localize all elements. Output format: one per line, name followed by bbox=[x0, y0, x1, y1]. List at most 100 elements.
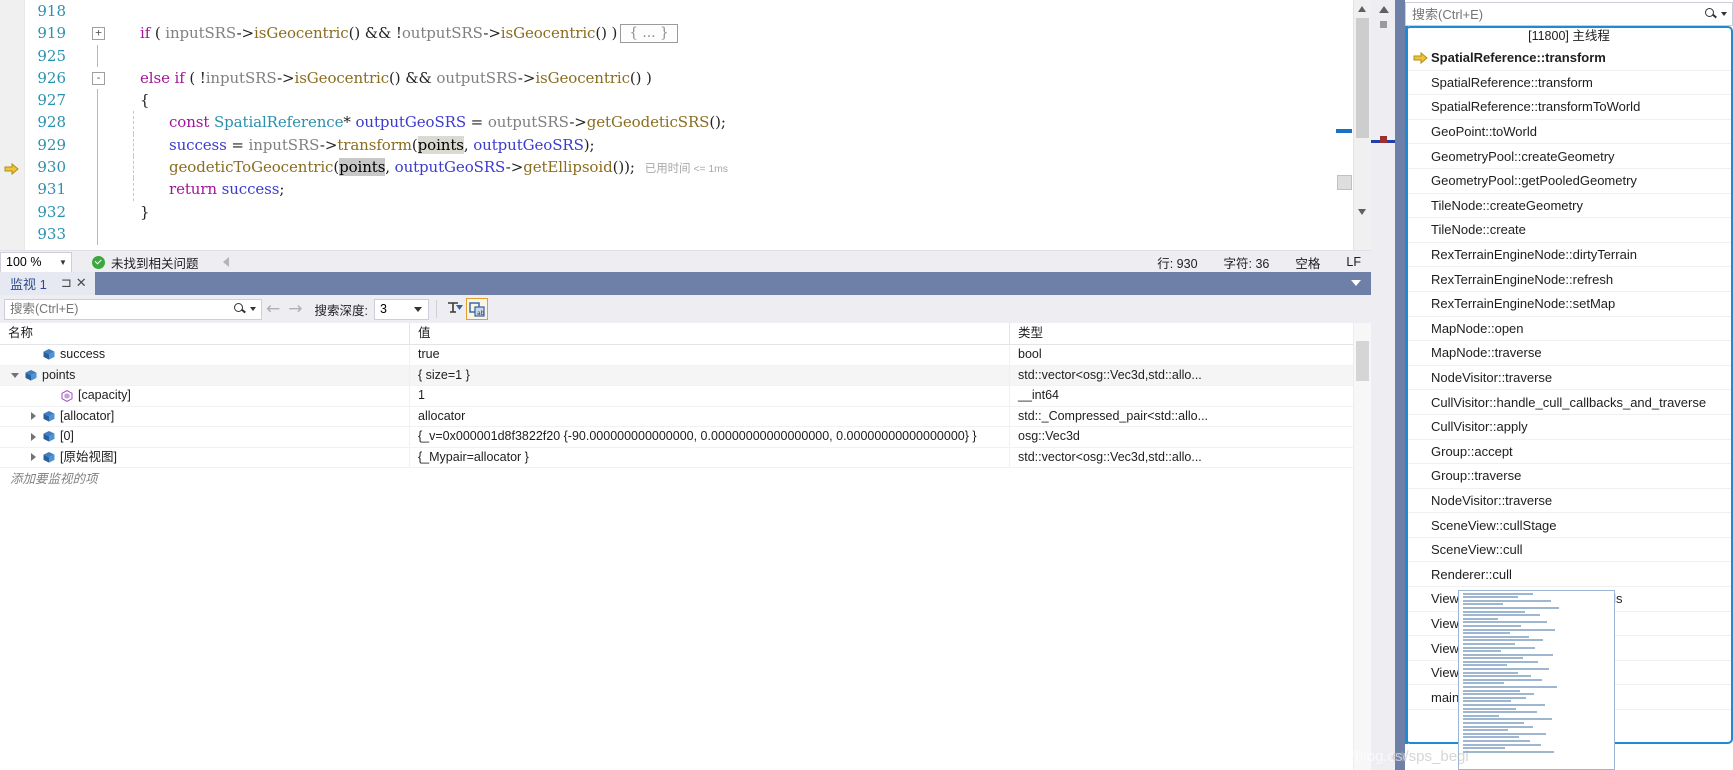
call-stack-frame[interactable]: TileNode::createGeometry bbox=[1405, 194, 1733, 219]
code-line[interactable]: 933 bbox=[0, 222, 1371, 246]
call-stack-frame[interactable]: MapNode::open bbox=[1405, 317, 1733, 342]
tab-watch-1[interactable]: 监视 1 ⊐ ✕ bbox=[0, 272, 95, 295]
hex-display-icon[interactable]: ab bbox=[465, 298, 488, 320]
call-stack-search-box[interactable] bbox=[1405, 2, 1733, 26]
call-stack-frame[interactable]: SpatialReference::transformToWorld bbox=[1405, 95, 1733, 120]
pane-divider[interactable] bbox=[1395, 0, 1405, 770]
line-ending-indicator[interactable]: LF bbox=[1346, 255, 1361, 269]
watch-grid-scrollbar[interactable] bbox=[1353, 323, 1371, 770]
watch-row[interactable]: success true bool bbox=[0, 345, 1371, 366]
call-stack-frame[interactable]: RexTerrainEngineNode::refresh bbox=[1405, 267, 1733, 292]
code-line[interactable]: 925 bbox=[0, 44, 1371, 67]
watch-row-value-cell[interactable]: { size=1 } bbox=[410, 365, 1010, 385]
call-stack-frame[interactable]: MapNode::traverse bbox=[1405, 341, 1733, 366]
arrow-right-icon[interactable]: → bbox=[288, 300, 302, 318]
pin-icon[interactable]: ⊐ bbox=[61, 276, 72, 291]
fold-guide-line bbox=[97, 178, 98, 201]
watch-row-value-cell[interactable]: allocator bbox=[410, 406, 1010, 426]
collapsed-block-indicator[interactable]: { ... } bbox=[620, 24, 678, 44]
close-icon[interactable]: ✕ bbox=[76, 276, 87, 291]
column-header-type[interactable]: 类型 bbox=[1010, 323, 1355, 344]
collapsed-chevron-icon[interactable] bbox=[26, 412, 40, 421]
collapsed-chevron-icon[interactable] bbox=[26, 453, 40, 462]
watch-row-value-cell[interactable]: 1 bbox=[410, 386, 1010, 406]
editor-overview-margin[interactable] bbox=[1371, 0, 1395, 770]
watch-row-name-cell[interactable]: [capacity] bbox=[0, 386, 410, 406]
search-icon[interactable] bbox=[232, 302, 248, 316]
chevron-down-icon[interactable]: ▼ bbox=[55, 258, 71, 267]
watch-search-box[interactable] bbox=[4, 298, 262, 320]
watch-search-input[interactable] bbox=[5, 301, 232, 317]
call-stack-frame[interactable]: GeometryPool::getPooledGeometry bbox=[1405, 169, 1733, 194]
watch-row-name-cell[interactable]: [原始视图] bbox=[0, 447, 410, 467]
code-line[interactable]: 927 { bbox=[0, 89, 1371, 112]
zoom-level-combo[interactable]: 100 % ▼ bbox=[0, 251, 72, 273]
expanded-chevron-icon[interactable] bbox=[8, 372, 22, 378]
call-stack-frame[interactable]: Group::traverse bbox=[1405, 464, 1733, 489]
watch-row[interactable]: points { size=1 } std::vector<osg::Vec3d,s… bbox=[0, 365, 1371, 386]
call-stack-frame[interactable]: NodeVisitor::traverse bbox=[1405, 366, 1733, 391]
search-icon[interactable] bbox=[1703, 7, 1719, 21]
watch-row-value-cell[interactable]: true bbox=[410, 345, 1010, 365]
call-stack-frame[interactable]: SceneView::cull bbox=[1405, 538, 1733, 563]
collapsed-chevron-icon[interactable] bbox=[26, 432, 40, 441]
call-stack-frame[interactable]: SpatialReference::transform bbox=[1405, 71, 1733, 96]
code-line[interactable]: 929 success = inputSRS->transform(points,… bbox=[0, 133, 1371, 157]
call-stack-search-input[interactable] bbox=[1406, 5, 1703, 23]
watch-row-name-cell[interactable]: points bbox=[0, 365, 410, 385]
code-editor[interactable]: 918 919 + if ( inputSRS->isGeocentric() && … bbox=[0, 0, 1371, 250]
call-stack-frame[interactable]: Renderer::cull bbox=[1405, 562, 1733, 588]
code-line[interactable]: 932} bbox=[0, 200, 1371, 223]
call-stack-frame[interactable]: CullVisitor::handle_cull_callbacks_and_t… bbox=[1405, 390, 1733, 415]
watch-variables-grid[interactable]: 名称 值 类型 success true bool points{ size=1 } s… bbox=[0, 323, 1371, 770]
minimap-line bbox=[1463, 718, 1552, 721]
column-header-value[interactable]: 值 bbox=[410, 323, 1010, 344]
call-stack-frame-label: SpatialReference::transform bbox=[1431, 50, 1606, 66]
watch-row-value-cell[interactable]: {_Mypair=allocator } bbox=[410, 447, 1010, 467]
scroll-thumb[interactable] bbox=[1356, 18, 1369, 138]
code-line[interactable]: 928 const SpatialReference* outputGeoSRS … bbox=[0, 111, 1371, 134]
watch-row[interactable]: [原始视图] {_Mypair=allocator } std::vector<os… bbox=[0, 447, 1371, 468]
code-minimap-thumbnail[interactable] bbox=[1458, 590, 1615, 770]
watch-row[interactable]: [allocator] allocator std::_Compressed_pai… bbox=[0, 406, 1371, 427]
scroll-thumb[interactable] bbox=[1356, 341, 1369, 381]
code-line[interactable]: 919 + if ( inputSRS->isGeocentric() && !ou… bbox=[0, 22, 1371, 44]
call-stack-frame[interactable]: Group::accept bbox=[1405, 440, 1733, 465]
chevron-down-icon[interactable] bbox=[1721, 12, 1727, 16]
indentation-indicator[interactable]: 空格 bbox=[1295, 253, 1320, 272]
watch-row-name-cell[interactable]: [0] bbox=[0, 427, 410, 447]
call-stack-frame[interactable]: RexTerrainEngineNode::dirtyTerrain bbox=[1405, 243, 1733, 268]
chevron-down-icon[interactable] bbox=[413, 306, 422, 312]
code-line[interactable]: 918 bbox=[0, 0, 1371, 22]
editor-vertical-scrollbar[interactable] bbox=[1353, 0, 1371, 250]
call-stack-frame[interactable]: NodeVisitor::traverse bbox=[1405, 489, 1733, 514]
scroll-down-button[interactable] bbox=[1354, 203, 1371, 220]
column-header-name[interactable]: 名称 bbox=[0, 323, 410, 344]
code-line[interactable]: 931 return success; bbox=[0, 178, 1371, 201]
expand-region-icon[interactable]: + bbox=[92, 27, 105, 41]
search-depth-combo[interactable]: 3 bbox=[373, 298, 429, 320]
call-stack-frame[interactable]: SceneView::cullStage bbox=[1405, 513, 1733, 538]
watch-row-value-cell[interactable]: {_v=0x000001d8f3822f20 {-90.000000000000… bbox=[410, 427, 1010, 447]
watch-row-name-cell[interactable]: success bbox=[0, 345, 410, 365]
call-stack-frame[interactable]: CullVisitor::apply bbox=[1405, 415, 1733, 440]
call-stack-frame[interactable]: SpatialReference::transform bbox=[1405, 46, 1733, 71]
arrow-left-icon[interactable]: ← bbox=[266, 300, 280, 318]
code-line[interactable]: 930 geodeticToGeocentric(points, outputGe… bbox=[0, 156, 1371, 179]
scroll-up-button[interactable] bbox=[1354, 0, 1371, 17]
scroll-up-button[interactable] bbox=[1379, 6, 1389, 13]
filter-pin-icon[interactable] bbox=[444, 298, 466, 320]
add-watch-placeholder-row[interactable]: 添加要监视的项 bbox=[0, 468, 1371, 490]
status-collapse-icon[interactable] bbox=[222, 257, 229, 267]
call-stack-frame[interactable]: RexTerrainEngineNode::setMap bbox=[1405, 292, 1733, 317]
watch-row[interactable]: [0] {_v=0x000001d8f3822f20 {-90.000000000… bbox=[0, 427, 1371, 448]
watch-row[interactable]: [capacity] 1 __int64 bbox=[0, 386, 1371, 407]
call-stack-frame[interactable]: GeometryPool::createGeometry bbox=[1405, 144, 1733, 169]
watch-row-name-cell[interactable]: [allocator] bbox=[0, 406, 410, 426]
call-stack-frame[interactable]: GeoPoint::toWorld bbox=[1405, 120, 1733, 145]
call-stack-frame[interactable]: TileNode::create bbox=[1405, 218, 1733, 243]
code-line[interactable]: 926- else if ( !inputSRS->isGeocentric() … bbox=[0, 67, 1371, 89]
chevron-down-icon[interactable] bbox=[250, 307, 256, 311]
collapse-region-icon[interactable]: - bbox=[92, 71, 105, 85]
panel-collapse-icon[interactable] bbox=[1351, 280, 1361, 286]
